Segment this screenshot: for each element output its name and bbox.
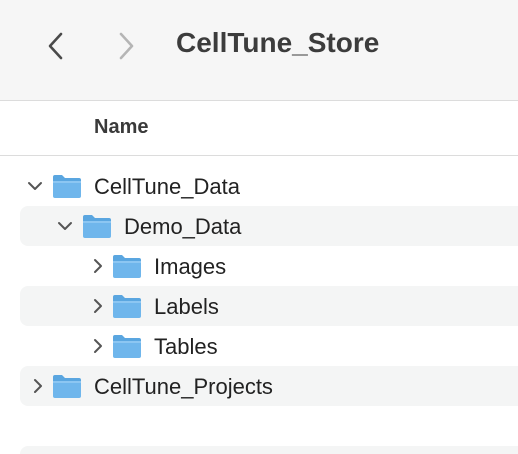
tree-item-label: CellTune_Projects <box>94 374 273 399</box>
folder-icon <box>53 375 81 398</box>
tree-item-label: Tables <box>154 334 218 359</box>
window-title: CellTune_Store <box>176 27 380 58</box>
tree-row-labels[interactable]: Labels <box>20 286 518 326</box>
column-header-bar: Name <box>0 101 518 156</box>
back-button[interactable] <box>38 28 74 64</box>
chevron-right-icon[interactable] <box>88 296 108 316</box>
tree-row-celltune-data[interactable]: CellTune_Data <box>20 166 518 206</box>
folder-icon <box>53 175 81 198</box>
folder-icon <box>113 335 141 358</box>
chevron-right-icon[interactable] <box>88 336 108 356</box>
tree-item-label: Labels <box>154 294 219 319</box>
tree-row-tables[interactable]: Tables <box>20 326 518 366</box>
chevron-down-icon[interactable] <box>55 216 75 236</box>
folder-icon <box>113 295 141 318</box>
tree-row-celltune-projects[interactable]: CellTune_Projects <box>20 366 518 406</box>
tree-item-label: CellTune_Data <box>94 174 240 199</box>
chevron-right-icon <box>119 32 134 60</box>
empty-striped-row <box>20 446 518 454</box>
finder-window: CellTune_Store Name CellTune_Data Demo_D… <box>0 0 518 454</box>
tree-item-label: Images <box>154 254 227 279</box>
folder-icon <box>113 255 141 278</box>
chevron-right-icon[interactable] <box>28 376 48 396</box>
forward-button[interactable] <box>108 28 144 64</box>
toolbar: CellTune_Store <box>0 0 518 101</box>
folder-icon <box>83 215 111 238</box>
tree-row-demo-data[interactable]: Demo_Data <box>20 206 518 246</box>
tree-item-label: Demo_Data <box>124 214 242 239</box>
name-column-header[interactable]: Name <box>94 116 148 139</box>
chevron-down-icon[interactable] <box>25 176 45 196</box>
chevron-right-icon[interactable] <box>88 256 108 276</box>
tree-row-images[interactable]: Images <box>20 246 518 286</box>
chevron-left-icon <box>48 32 63 60</box>
